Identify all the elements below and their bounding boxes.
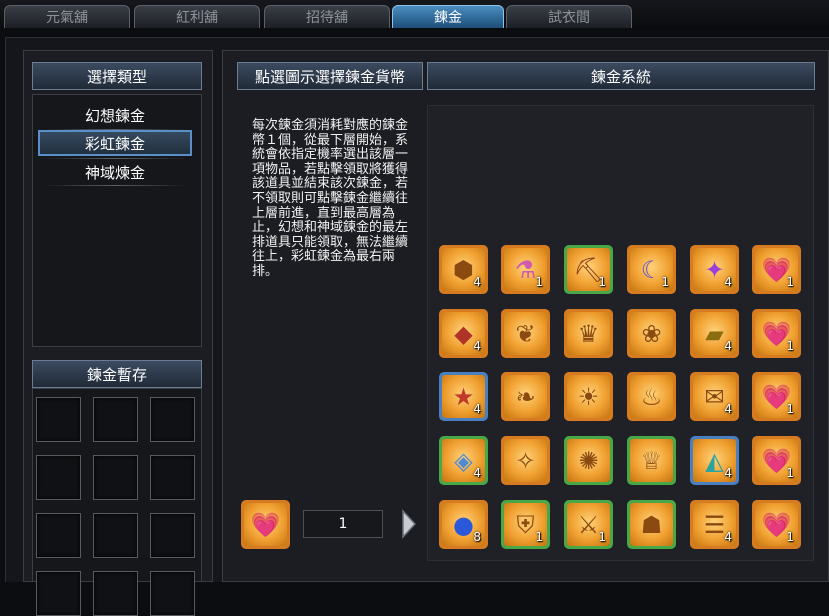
storage-header: 鍊金暫存	[32, 360, 202, 388]
storage-slot[interactable]	[36, 513, 81, 558]
currency-button[interactable]: 💗	[241, 500, 290, 549]
item-count: 4	[724, 466, 732, 480]
item-slot[interactable]: 💗 1	[752, 245, 801, 294]
item-slot[interactable]: ☀	[564, 372, 613, 421]
item-slot[interactable]: ◆ 4	[439, 309, 488, 358]
item-slot[interactable]: ❀	[627, 309, 676, 358]
crystal-wing-icon: ✧	[515, 446, 536, 475]
item-count: 4	[724, 402, 732, 416]
item-count: 4	[473, 402, 481, 416]
storage-slot[interactable]	[150, 397, 195, 442]
item-slot[interactable]: ♕	[627, 436, 676, 485]
item-slot[interactable]: ✦ 4	[690, 245, 739, 294]
item-slot[interactable]: ⛏ 1	[564, 245, 613, 294]
item-count: 1	[535, 530, 543, 544]
item-count: 1	[598, 530, 606, 544]
storage-slot[interactable]	[150, 571, 195, 616]
item-slot[interactable]: ♛	[564, 309, 613, 358]
item-count: 4	[724, 530, 732, 544]
type-divine-alchemy[interactable]: 神域煉金	[38, 159, 192, 185]
currency-header: 點選圖示選擇鍊金貨幣	[237, 62, 423, 90]
sun-ring-icon: ✺	[578, 446, 599, 475]
storage-slot[interactable]	[150, 455, 195, 500]
alchemy-system-header: 鍊金系統	[427, 62, 815, 90]
tab-alchemy[interactable]: 鍊金	[392, 5, 504, 28]
item-slot[interactable]: 💗 1	[752, 500, 801, 549]
item-slot[interactable]: ☰ 4	[690, 500, 739, 549]
item-slot[interactable]: ☾ 1	[627, 245, 676, 294]
hair-style-icon: ♨	[640, 382, 663, 411]
item-slot[interactable]: ⬢ 4	[439, 245, 488, 294]
item-count: 4	[724, 275, 732, 289]
item-slot[interactable]: 💗 1	[752, 309, 801, 358]
divider	[42, 185, 188, 186]
storage-slot[interactable]	[93, 455, 138, 500]
storage-slot[interactable]	[36, 455, 81, 500]
tab-yuanqi-shop[interactable]: 元氣舖	[4, 5, 130, 28]
item-slot[interactable]: ♨	[627, 372, 676, 421]
item-slot[interactable]: ▰ 4	[690, 309, 739, 358]
item-slot[interactable]: ● 8	[439, 500, 488, 549]
quantity-field[interactable]: 1	[303, 510, 383, 538]
item-count: 1	[786, 466, 794, 480]
item-slot[interactable]: ❧	[501, 372, 550, 421]
item-slot[interactable]: ✧	[501, 436, 550, 485]
item-slot[interactable]: ❦	[501, 309, 550, 358]
item-count: 1	[786, 530, 794, 544]
start-alchemy-arrow-icon[interactable]	[400, 508, 418, 540]
item-count: 8	[473, 530, 481, 544]
storage-slot[interactable]	[93, 513, 138, 558]
angel-costume-icon: ❀	[641, 319, 662, 348]
storage-slot[interactable]	[150, 513, 195, 558]
item-slot[interactable]: ⛨ 1	[501, 500, 550, 549]
alchemy-description: 每次鍊金須消耗對應的鍊金幣１個，從最下層開始，系統會依指定機率選出該層一項物品，…	[252, 118, 409, 279]
item-count: 4	[724, 339, 732, 353]
item-slot[interactable]: ◈ 4	[439, 436, 488, 485]
tab-bonus-shop[interactable]: 紅利舖	[134, 5, 260, 28]
item-count: 1	[786, 339, 794, 353]
item-count: 1	[786, 402, 794, 416]
storage-slot[interactable]	[93, 397, 138, 442]
item-count: 1	[661, 275, 669, 289]
item-count: 4	[473, 466, 481, 480]
item-slot[interactable]: ✉ 4	[690, 372, 739, 421]
item-count: 1	[786, 275, 794, 289]
item-count: 1	[598, 275, 606, 289]
storage-slot[interactable]	[36, 397, 81, 442]
item-slot[interactable]: ☗	[627, 500, 676, 549]
item-slot[interactable]: ✺	[564, 436, 613, 485]
rainbow-coin-icon: 💗	[250, 510, 281, 539]
item-slot[interactable]: ⚔ 1	[564, 500, 613, 549]
item-slot[interactable]: 💗 1	[752, 372, 801, 421]
item-slot[interactable]: ⚗ 1	[501, 245, 550, 294]
item-slot[interactable]: ★ 4	[439, 372, 488, 421]
tab-invite-shop[interactable]: 招待舖	[264, 5, 390, 28]
type-header: 選擇類型	[32, 62, 202, 90]
type-fantasy-alchemy[interactable]: 幻想鍊金	[38, 102, 192, 128]
cape-icon: ☗	[640, 510, 663, 539]
item-slot[interactable]: 💗 1	[752, 436, 801, 485]
tab-fitting-room[interactable]: 試衣間	[506, 5, 632, 28]
type-rainbow-alchemy[interactable]: 彩虹鍊金	[38, 130, 192, 156]
item-slot[interactable]: ◭ 4	[690, 436, 739, 485]
storage-slot[interactable]	[93, 571, 138, 616]
golden-wing-icon: ❦	[515, 319, 536, 348]
golden-crown-icon: ♛	[577, 319, 600, 348]
item-count: 4	[473, 275, 481, 289]
item-count: 4	[473, 339, 481, 353]
silver-wing-icon: ❧	[515, 382, 536, 411]
item-count: 1	[535, 275, 543, 289]
dress-icon: ♕	[640, 446, 663, 475]
sun-emblem-icon: ☀	[577, 382, 600, 411]
tab-bar: 元氣舖 紅利舖 招待舖 鍊金 試衣間	[0, 0, 829, 30]
storage-slot[interactable]	[36, 571, 81, 616]
